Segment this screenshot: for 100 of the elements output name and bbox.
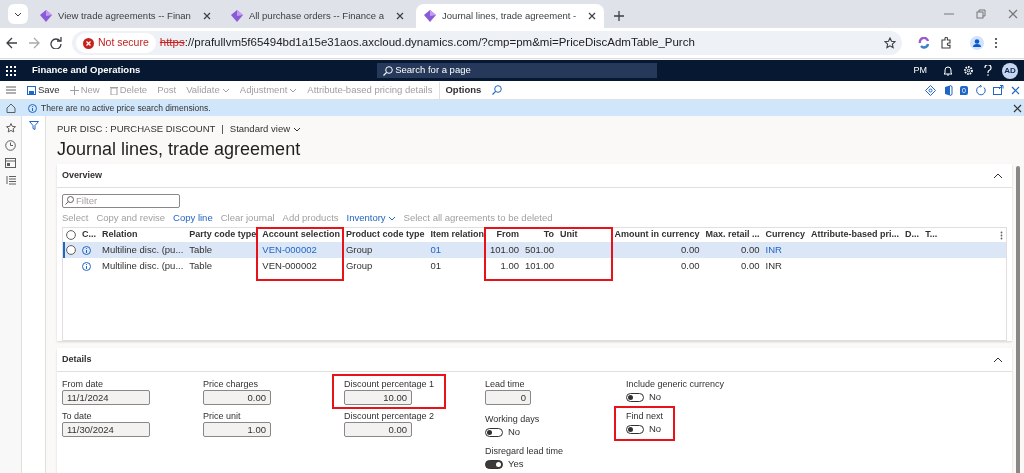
input-field[interactable]: 10.00 — [344, 390, 412, 405]
office-icon[interactable] — [943, 84, 954, 96]
field-label: Lead time — [485, 378, 525, 390]
more-icon[interactable] — [994, 37, 998, 49]
table-row[interactable]: Multiline disc. (pu... Table VEN-000002 Group 01 101.00 501.00 0.00 0.00 INR — [63, 242, 1006, 258]
filter-field[interactable]: Filter — [62, 194, 180, 209]
settings-icon[interactable] — [963, 65, 974, 76]
column-header[interactable]: Party code type — [186, 228, 260, 242]
column-header[interactable]: Amount in currency — [611, 228, 703, 242]
profile-icon[interactable] — [970, 36, 984, 50]
column-header[interactable]: To — [521, 228, 558, 242]
save-icon — [27, 85, 36, 95]
star-icon[interactable] — [884, 37, 896, 49]
column-header[interactable]: T... — [922, 228, 941, 242]
column-header[interactable]: Relation — [99, 228, 187, 242]
column-header[interactable]: From — [486, 228, 522, 242]
search-icon — [383, 65, 394, 76]
table-cell: Group — [345, 243, 373, 255]
close-icon[interactable] — [588, 12, 597, 20]
close-icon[interactable] — [396, 12, 405, 20]
toggle-value: No — [649, 390, 662, 405]
home-icon[interactable] — [6, 103, 16, 113]
view-selector[interactable]: Standard view — [229, 121, 302, 137]
chevron-down-icon — [293, 126, 302, 132]
section-header[interactable]: Details — [57, 348, 1012, 372]
close-icon[interactable] — [1013, 103, 1022, 113]
column-header[interactable]: Item relation — [427, 228, 487, 242]
field-label: Include generic currency — [626, 378, 725, 390]
help-icon[interactable] — [984, 65, 992, 76]
table-cell: Multiline disc. (pu... — [102, 243, 184, 255]
row-select-radio[interactable] — [66, 245, 76, 255]
star-icon[interactable] — [5, 123, 16, 133]
toolbar-tab[interactable]: Options — [439, 81, 487, 99]
column-header[interactable]: Attribute-based pri... — [808, 228, 903, 242]
close-icon[interactable] — [1011, 85, 1020, 95]
table-cell: 0.00 — [741, 259, 760, 271]
bell-icon[interactable] — [943, 65, 953, 76]
list-icon[interactable] — [5, 175, 16, 185]
diamond-icon[interactable] — [925, 84, 937, 96]
extension-icon[interactable] — [918, 37, 930, 49]
toolbar-button[interactable]: Save — [22, 81, 65, 99]
breadcrumb: PUR DISC : PURCHASE DISCOUNT — [57, 121, 216, 136]
column-header[interactable]: Unit — [557, 228, 612, 242]
table-cell: Table — [189, 243, 213, 255]
info-icon[interactable] — [82, 245, 91, 255]
user-avatar[interactable]: AD — [1002, 62, 1018, 79]
field-label: Working days — [485, 413, 540, 425]
table-cell: Multiline disc. (pu... — [102, 259, 184, 271]
action-button[interactable]: Copy line — [169, 210, 217, 226]
workspace-icon[interactable] — [5, 158, 16, 168]
browser-tab[interactable]: View trade agreements -- Finan — [32, 4, 219, 28]
security-chip[interactable]: Not secure — [76, 33, 156, 53]
link[interactable]: 01 — [430, 243, 441, 255]
field-label: Disregard lead time — [485, 445, 564, 457]
separator: | — [221, 121, 224, 136]
info-icon[interactable] — [82, 261, 91, 271]
column-header[interactable]: Product code type — [342, 228, 428, 242]
input-field[interactable]: 11/1/2024 — [62, 390, 150, 405]
column-header[interactable]: Account selection — [259, 228, 343, 242]
section-header[interactable]: Overview — [57, 164, 1012, 188]
select-all-radio[interactable] — [66, 230, 76, 240]
toggle-switch[interactable] — [626, 425, 644, 434]
browser-tab[interactable]: All purchase orders -- Finance a — [222, 4, 413, 28]
scrollbar[interactable] — [1016, 166, 1020, 473]
chevron-up-icon — [993, 356, 1003, 363]
toggle-switch[interactable] — [485, 428, 503, 437]
column-header[interactable]: Currency — [762, 228, 809, 242]
url-text[interactable]: https://prafullvm5f65494bd1a15e31aos.axcloud.dynamics.com/?cmp=pm&mi=PriceDiscAdmTable_Purch — [159, 34, 880, 52]
company-code[interactable]: PM — [913, 63, 927, 78]
search-button[interactable]: Search for a page — [377, 63, 658, 78]
input-field[interactable]: 0 — [485, 390, 531, 405]
app-launcher-icon[interactable] — [6, 65, 16, 76]
close-icon[interactable] — [202, 12, 211, 20]
search-icon — [65, 196, 74, 205]
toggle-value: Yes — [508, 457, 524, 472]
input-field[interactable]: 1.00 — [203, 422, 271, 437]
back-icon[interactable] — [6, 37, 18, 49]
app-icon — [230, 10, 243, 22]
column-header[interactable]: D... — [902, 228, 923, 242]
puzzle-icon[interactable] — [940, 37, 952, 49]
table-cell: VEN-000002 — [262, 259, 317, 271]
more-icon[interactable] — [1000, 230, 1003, 240]
action-button[interactable]: Inventory — [342, 210, 400, 226]
open-in-new-icon[interactable] — [993, 85, 1004, 95]
column-header[interactable]: C... — [79, 228, 99, 242]
filter-icon[interactable] — [28, 121, 39, 130]
input-field[interactable]: 11/30/2024 — [62, 422, 150, 437]
toggle-switch[interactable] — [485, 460, 503, 469]
table-cell: Table — [189, 259, 213, 271]
input-field[interactable]: 0.00 — [344, 422, 412, 437]
column-header[interactable]: Max. retail ... — [702, 228, 763, 242]
reload-icon[interactable] — [50, 37, 62, 49]
toggle-switch[interactable] — [626, 393, 644, 402]
table-row[interactable]: Multiline disc. (pu... Table VEN-000002 Group 01 1.00 101.00 0.00 0.00 INR — [63, 258, 1006, 274]
refresh-icon[interactable] — [975, 84, 986, 96]
search-icon[interactable] — [492, 85, 503, 95]
new-tab-icon[interactable] — [614, 11, 625, 21]
clock-icon[interactable] — [5, 140, 16, 151]
input-field[interactable]: 0.00 — [203, 390, 271, 405]
browser-tab[interactable]: Journal lines, trade agreement - — [416, 4, 605, 28]
